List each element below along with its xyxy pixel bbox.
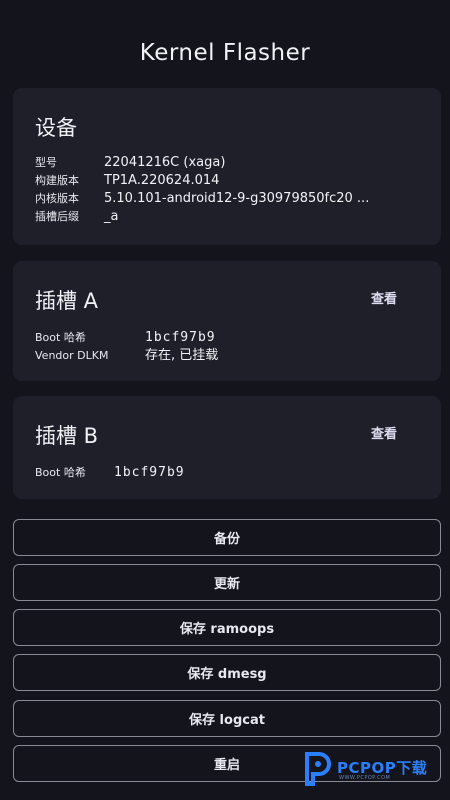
info-label: Boot 哈希 bbox=[35, 466, 86, 479]
slot-b-title: 插槽 B bbox=[35, 424, 99, 448]
update-button[interactable]: 更新 bbox=[13, 564, 441, 601]
device-card-title: 设备 bbox=[35, 116, 77, 140]
info-label: 插槽后缀 bbox=[35, 210, 79, 223]
slot-a-row-vendor-dlkm: Vendor DLKM 存在, 已挂载 bbox=[35, 347, 218, 365]
info-value: 22041216C (xaga) bbox=[104, 155, 226, 170]
slot-b-card: 插槽 B 查看 Boot 哈希 1bcf97b9 bbox=[13, 396, 441, 499]
info-value: 存在, 已挂载 bbox=[145, 348, 219, 363]
watermark-subtext: WWW.PCPOP.COM bbox=[339, 775, 391, 781]
save-dmesg-button[interactable]: 保存 dmesg bbox=[13, 654, 441, 691]
device-row-build: 构建版本 TP1A.220624.014 bbox=[35, 172, 369, 190]
save-ramoops-button[interactable]: 保存 ramoops bbox=[13, 609, 441, 646]
slot-a-info-list: Boot 哈希 1bcf97b9 Vendor DLKM 存在, 已挂载 bbox=[35, 329, 218, 365]
info-value: TP1A.220624.014 bbox=[104, 173, 220, 188]
slot-a-view-button[interactable]: 查看 bbox=[371, 288, 397, 307]
save-logcat-button[interactable]: 保存 logcat bbox=[13, 700, 441, 737]
device-card: 设备 型号 22041216C (xaga) 构建版本 TP1A.220624.… bbox=[13, 88, 441, 245]
info-label: Boot 哈希 bbox=[35, 331, 86, 344]
info-value: 5.10.101-android12-9-g30979850fc20 ... bbox=[104, 191, 370, 206]
watermark: PCPOP下载 WWW.PCPOP.COM bbox=[303, 748, 443, 788]
slot-b-row-boot-hash: Boot 哈希 1bcf97b9 bbox=[35, 464, 185, 482]
slot-b-info-list: Boot 哈希 1bcf97b9 bbox=[35, 464, 185, 482]
device-row-kernel: 内核版本 5.10.101-android12-9-g30979850fc20 … bbox=[35, 190, 369, 208]
info-label: 构建版本 bbox=[35, 174, 79, 187]
info-value: _a bbox=[104, 209, 119, 224]
slot-a-card: 插槽 A 查看 Boot 哈希 1bcf97b9 Vendor DLKM 存在,… bbox=[13, 261, 441, 381]
slot-b-view-button[interactable]: 查看 bbox=[371, 423, 397, 442]
info-label: Vendor DLKM bbox=[35, 349, 109, 362]
device-row-model: 型号 22041216C (xaga) bbox=[35, 154, 369, 172]
app-title: Kernel Flasher bbox=[139, 40, 311, 66]
watermark-logo-icon bbox=[305, 752, 331, 786]
device-info-list: 型号 22041216C (xaga) 构建版本 TP1A.220624.014… bbox=[35, 154, 369, 226]
info-label: 内核版本 bbox=[35, 192, 79, 205]
device-row-slot-suffix: 插槽后缀 _a bbox=[35, 208, 369, 226]
slot-a-row-boot-hash: Boot 哈希 1bcf97b9 bbox=[35, 329, 218, 347]
info-value: 1bcf97b9 bbox=[145, 330, 216, 345]
backup-button[interactable]: 备份 bbox=[13, 519, 441, 556]
info-value: 1bcf97b9 bbox=[114, 465, 185, 480]
slot-a-title: 插槽 A bbox=[35, 289, 99, 313]
info-label: 型号 bbox=[35, 156, 57, 169]
